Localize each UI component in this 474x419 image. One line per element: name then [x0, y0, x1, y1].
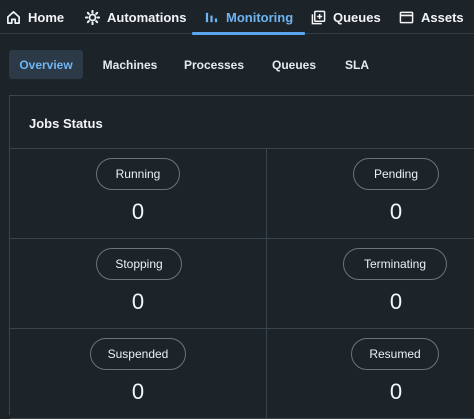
nav-assets[interactable]: Assets	[399, 0, 464, 34]
nav-assets-label: Assets	[421, 9, 464, 25]
tab-overview[interactable]: Overview	[9, 50, 83, 79]
status-count-terminating: 0	[389, 289, 403, 314]
status-pill-pending[interactable]: Pending	[353, 158, 439, 190]
status-pill-resumed[interactable]: Resumed	[351, 338, 439, 370]
monitoring-subtabs: Overview Machines Processes Queues SLA	[0, 50, 474, 80]
status-cell-stopping: Stopping 0	[10, 239, 267, 329]
status-count-suspended: 0	[131, 379, 145, 404]
bar-chart-icon	[204, 10, 219, 25]
nav-automations[interactable]: Automations	[85, 0, 186, 34]
nav-queues-label: Queues	[333, 9, 381, 25]
nav-monitoring[interactable]: Monitoring	[191, 0, 306, 35]
gear-icon	[85, 9, 100, 25]
nav-monitoring-label: Monitoring	[226, 9, 294, 25]
status-count-resumed: 0	[389, 379, 403, 404]
status-cell-resumed: Resumed 0	[267, 329, 474, 419]
jobs-status-grid: Running 0 Pending 0 Stopping 0 Terminati…	[10, 148, 474, 419]
nav-home[interactable]: Home	[6, 0, 64, 34]
status-cell-terminating: Terminating 0	[267, 239, 474, 329]
status-count-stopping: 0	[131, 289, 145, 314]
nav-automations-label: Automations	[107, 9, 187, 25]
status-count-pending: 0	[389, 199, 403, 224]
queue-icon	[311, 10, 326, 25]
status-cell-suspended: Suspended 0	[10, 329, 267, 419]
home-icon	[6, 10, 21, 25]
tab-sla[interactable]: SLA	[336, 50, 378, 79]
status-pill-running[interactable]: Running	[96, 158, 180, 190]
window-icon	[399, 10, 414, 25]
status-pill-stopping[interactable]: Stopping	[96, 248, 182, 280]
status-cell-running: Running 0	[10, 149, 267, 239]
status-pill-suspended[interactable]: Suspended	[90, 338, 186, 370]
status-cell-pending: Pending 0	[267, 149, 474, 239]
jobs-status-panel: Jobs Status Running 0 Pending 0 Stopping…	[9, 95, 474, 419]
tab-queues[interactable]: Queues	[262, 50, 326, 79]
top-navigation: Home Automations Monitoring Queues Asset…	[0, 0, 474, 35]
nav-home-label: Home	[28, 9, 65, 25]
status-pill-terminating[interactable]: Terminating	[343, 248, 447, 280]
tab-machines[interactable]: Machines	[93, 50, 167, 79]
nav-queues[interactable]: Queues	[311, 0, 381, 34]
status-count-running: 0	[131, 199, 145, 224]
panel-title: Jobs Status	[29, 116, 103, 131]
tab-processes[interactable]: Processes	[178, 50, 250, 79]
